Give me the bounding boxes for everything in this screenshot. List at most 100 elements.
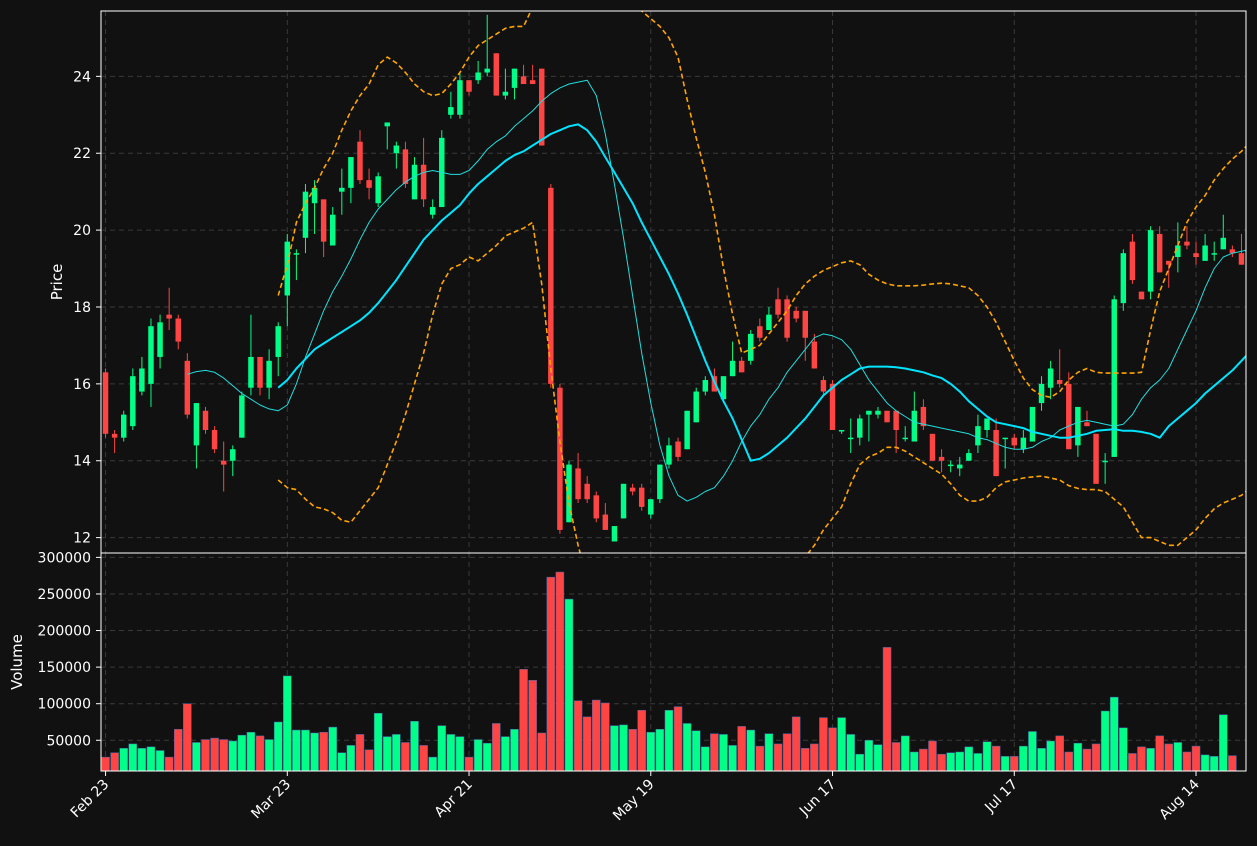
- volume-bar: [146, 746, 156, 772]
- candle: [857, 414, 863, 446]
- volume-bar: [1164, 743, 1174, 772]
- candle: [911, 391, 918, 442]
- volume-y-tick-label: 150000: [38, 660, 91, 676]
- candle: [393, 141, 400, 169]
- volume-bar: [246, 731, 256, 772]
- volume-bar: [1000, 756, 1010, 772]
- candle-body: [811, 341, 818, 369]
- candle: [1056, 349, 1063, 388]
- candle-body: [1129, 241, 1136, 281]
- candle: [811, 333, 818, 369]
- volume-y-tick-label: 250000: [38, 587, 91, 603]
- volume-bar: [455, 736, 465, 772]
- candle-body: [529, 80, 536, 85]
- volume-bar: [682, 723, 692, 772]
- candle: [211, 426, 218, 454]
- candle: [947, 460, 954, 473]
- volume-bar: [1046, 740, 1055, 772]
- candle-body: [1211, 253, 1217, 255]
- candle: [302, 183, 309, 254]
- candle: [1202, 233, 1208, 261]
- volume-bar: [464, 756, 474, 772]
- volume-bar: [210, 737, 219, 772]
- candle: [266, 349, 272, 400]
- candle-body: [620, 483, 627, 519]
- candle: [184, 353, 191, 419]
- candle: [929, 433, 936, 461]
- candle-body: [738, 360, 745, 373]
- x-tick-label: Aug 14: [1156, 776, 1202, 822]
- volume-bar: [337, 752, 347, 772]
- candle: [429, 199, 436, 219]
- volume-bar: [537, 732, 546, 772]
- candle-body: [1111, 299, 1117, 457]
- candle-body: [1056, 380, 1063, 384]
- candle-body: [220, 460, 227, 465]
- candle-body: [239, 395, 245, 438]
- candle-body: [575, 468, 581, 500]
- volume-bar: [410, 721, 419, 772]
- volume-bar: [501, 736, 510, 772]
- candle: [975, 414, 981, 454]
- candle: [757, 318, 763, 342]
- volume-bar: [1200, 754, 1210, 772]
- candle-body: [1184, 241, 1190, 246]
- candle-body: [975, 426, 981, 446]
- volume-bar: [183, 703, 192, 772]
- volume-bar: [673, 706, 683, 772]
- candle-body: [947, 464, 954, 467]
- candle-body: [311, 187, 318, 204]
- volume-bar: [601, 702, 610, 772]
- volume-bar: [773, 743, 783, 772]
- volume-bar: [637, 710, 646, 772]
- candle-body: [1156, 233, 1163, 273]
- volume-bar: [1082, 748, 1092, 772]
- volume-y-tick-label: 200000: [38, 624, 91, 640]
- candle: [1029, 406, 1036, 442]
- volume-bars: [101, 571, 1237, 772]
- candle-body: [384, 122, 390, 127]
- candle-body: [775, 299, 781, 315]
- candle: [1120, 249, 1127, 311]
- candle: [902, 426, 908, 442]
- candle-body: [420, 164, 427, 200]
- volume-bar: [1055, 735, 1064, 772]
- volume-bar: [1137, 746, 1146, 772]
- volume-bar: [264, 739, 274, 772]
- candle-body: [139, 368, 145, 392]
- candle-body: [729, 360, 736, 377]
- candle: [629, 483, 636, 496]
- candle: [775, 287, 781, 319]
- price-y-tick-label: 14: [73, 454, 91, 470]
- candle: [120, 410, 127, 442]
- volume-bar: [873, 744, 883, 772]
- candle: [1229, 245, 1236, 258]
- candle-body: [984, 418, 990, 430]
- volume-bar: [319, 731, 328, 772]
- volume-bar: [137, 748, 147, 772]
- candle-body: [1075, 406, 1081, 446]
- volume-bar: [1146, 748, 1155, 772]
- candle: [248, 314, 254, 396]
- candle: [1193, 241, 1199, 265]
- volume-bar: [1010, 756, 1019, 772]
- volume-bar: [283, 675, 292, 772]
- candle: [320, 199, 327, 258]
- candle: [993, 418, 999, 477]
- candle: [1238, 233, 1245, 265]
- candle: [875, 406, 881, 419]
- candle-body: [1066, 383, 1072, 450]
- candle-body: [648, 499, 654, 515]
- candle-body: [275, 326, 281, 357]
- candle: [1138, 291, 1145, 300]
- volume-bar: [201, 739, 210, 772]
- candle-body: [166, 314, 172, 319]
- candle-body: [130, 376, 136, 427]
- candle-body: [684, 410, 690, 450]
- volume-bar: [582, 716, 592, 772]
- candle: [838, 429, 845, 434]
- volume-bar: [1128, 753, 1137, 772]
- candle-body: [1011, 437, 1017, 446]
- volume-bar: [192, 742, 201, 772]
- candle-body: [702, 380, 709, 392]
